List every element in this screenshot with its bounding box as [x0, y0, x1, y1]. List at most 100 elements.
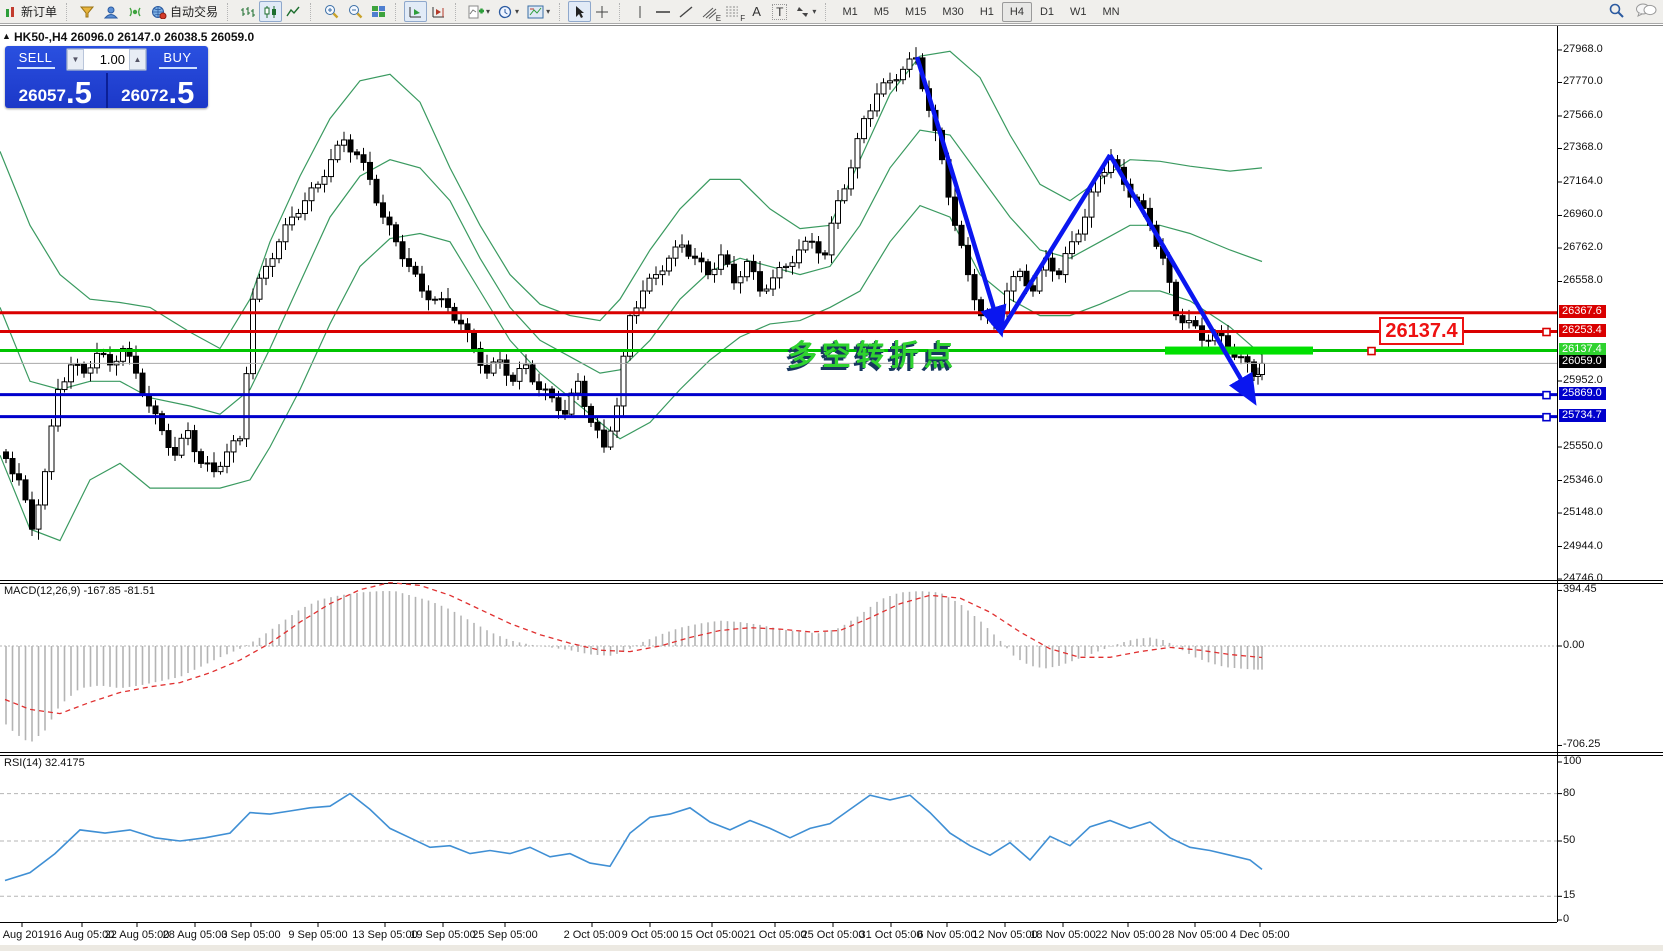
candle-body	[218, 466, 223, 471]
timeframe-button-w1[interactable]: W1	[1062, 2, 1095, 22]
volume-value[interactable]: 1.00	[84, 52, 129, 67]
chart-canvas[interactable]	[0, 0, 1663, 951]
candle-body	[953, 197, 958, 225]
chat-icon[interactable]	[1635, 2, 1657, 19]
candle-body	[1206, 340, 1211, 341]
candle-body	[1070, 242, 1075, 254]
chart-annotation-text[interactable]: 多空转折点	[788, 332, 958, 374]
candle-body	[673, 247, 678, 258]
text-button[interactable]: A	[745, 1, 768, 22]
candle-body	[335, 145, 340, 159]
tile-windows-button[interactable]	[367, 1, 390, 22]
timeframe-button-m1[interactable]: M1	[834, 2, 865, 22]
candle-body	[381, 203, 386, 217]
history-center-button[interactable]	[75, 1, 99, 22]
toolbar-separator	[66, 3, 72, 21]
highlight-bar[interactable]	[1165, 347, 1313, 355]
timeframe-button-m15[interactable]: M15	[897, 2, 934, 22]
indicators-button[interactable]: ▾	[464, 1, 494, 22]
timeframe-button-m5[interactable]: M5	[866, 2, 897, 22]
trend-line[interactable]	[1001, 155, 1110, 331]
level-handle[interactable]	[1543, 329, 1550, 336]
signal-icon	[127, 5, 143, 19]
volume-up-button[interactable]: ▲	[129, 49, 146, 70]
sell-button[interactable]: SELL	[5, 46, 66, 73]
bar-chart-button[interactable]	[236, 1, 259, 22]
candle-body	[1076, 234, 1081, 242]
candle-body	[140, 373, 145, 394]
text-label-icon: T	[772, 4, 787, 20]
timeframe-button-h4[interactable]: H4	[1002, 2, 1032, 22]
candle-body	[589, 406, 594, 422]
arrows-button[interactable]: ▾	[791, 1, 820, 22]
sell-price[interactable]: 26057.5	[5, 73, 106, 108]
vertical-line-icon	[635, 5, 645, 19]
candle-body	[205, 463, 210, 464]
price-axis-label: 27164.0	[1563, 175, 1603, 187]
candle-body	[348, 140, 353, 152]
trendline-button[interactable]	[675, 1, 698, 22]
line-chart-button[interactable]	[282, 1, 305, 22]
candle-body	[1031, 286, 1036, 291]
candle-body	[485, 365, 490, 373]
candle-body	[745, 261, 750, 276]
auto-trading-button[interactable]: 自动交易	[147, 1, 222, 22]
buy-price[interactable]: 26072.5	[108, 73, 209, 108]
text-label-button[interactable]: T	[768, 1, 791, 22]
channel-button[interactable]: E	[698, 1, 721, 22]
candle-body	[875, 94, 880, 111]
timeframe-button-d1[interactable]: D1	[1032, 2, 1062, 22]
candle-body	[244, 374, 249, 439]
toolbar-separator	[455, 3, 461, 21]
candle-body	[394, 225, 399, 242]
vertical-line-button[interactable]	[628, 1, 651, 22]
trend-line[interactable]	[1110, 155, 1252, 398]
crosshair-button[interactable]	[591, 1, 614, 22]
chart-shift-button[interactable]	[427, 1, 450, 22]
period-button[interactable]: ▾	[494, 1, 523, 22]
candle-body	[1018, 271, 1023, 276]
templates-button[interactable]: ▾	[523, 1, 554, 22]
candle-body	[784, 266, 789, 267]
auto-scroll-button[interactable]	[404, 1, 427, 22]
signals-button[interactable]	[123, 1, 147, 22]
candle-body	[270, 259, 275, 267]
zoom-in-button[interactable]	[319, 1, 343, 22]
candle-body	[446, 299, 451, 308]
candle-body	[134, 356, 139, 373]
timeframe-button-h1[interactable]: H1	[972, 2, 1002, 22]
profile-icon	[103, 5, 119, 19]
horizontal-line-button[interactable]	[651, 1, 675, 22]
candle-body	[1057, 271, 1062, 275]
candle-body	[654, 275, 659, 279]
trend-line[interactable]	[917, 57, 1000, 329]
candle-body	[62, 382, 67, 390]
new-order-button[interactable]: 新订单	[0, 1, 61, 22]
price-axis-label: 27770.0	[1563, 75, 1603, 87]
level-handle[interactable]	[1543, 414, 1550, 421]
dropdown-caret: ▾	[486, 7, 490, 16]
candle-body	[186, 431, 191, 439]
new-order-label: 新订单	[21, 3, 57, 20]
window-bottom-strip	[0, 945, 1663, 951]
candle-body	[849, 168, 854, 189]
zoom-out-button[interactable]	[343, 1, 367, 22]
sell-label: SELL	[19, 50, 53, 65]
candle-body	[374, 179, 379, 202]
candlestick-chart-button[interactable]	[259, 1, 282, 22]
candle-body	[23, 480, 28, 500]
search-icon[interactable]	[1608, 2, 1625, 19]
level-handle[interactable]	[1368, 348, 1375, 355]
fibonacci-icon	[725, 5, 741, 19]
buy-button[interactable]: BUY	[147, 46, 208, 73]
fibonacci-button[interactable]: F	[721, 1, 745, 22]
cursor-button[interactable]	[568, 1, 591, 22]
level-handle[interactable]	[1543, 392, 1550, 399]
price-callout-box[interactable]: 26137.4	[1379, 317, 1464, 345]
candle-body	[1200, 326, 1205, 340]
rsi-axis-label: 100	[1563, 755, 1581, 767]
timeframe-button-m30[interactable]: M30	[934, 2, 971, 22]
timeframe-button-mn[interactable]: MN	[1095, 2, 1128, 22]
volume-down-button[interactable]: ▼	[67, 49, 84, 70]
profile-button[interactable]	[99, 1, 123, 22]
